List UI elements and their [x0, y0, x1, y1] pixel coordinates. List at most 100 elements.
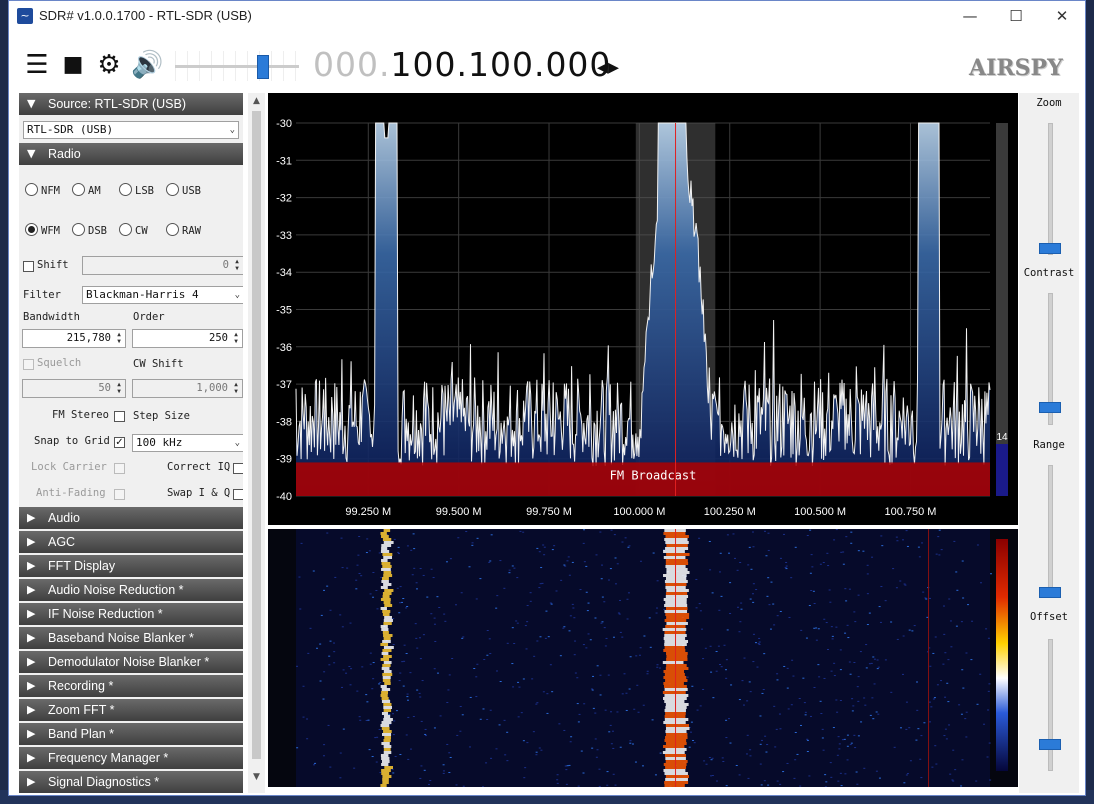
waterfall-display[interactable]: [268, 529, 1018, 788]
waterfall-noise-speck: [449, 756, 452, 758]
frequency-step-arrows[interactable]: ◂▸: [597, 55, 619, 80]
waterfall-noise-speck: [535, 751, 538, 753]
waterfall-noise-speck: [429, 780, 432, 782]
step-size-select[interactable]: 100 kHz ⌄: [132, 434, 243, 452]
speaker-icon[interactable]: 🔊: [131, 51, 163, 79]
waterfall-noise-speck: [876, 668, 879, 670]
mode-radio-nfm[interactable]: NFM: [25, 183, 60, 197]
waterfall-noise-speck: [438, 606, 441, 608]
waterfall-noise-speck: [960, 713, 963, 715]
menu-icon[interactable]: ☰: [23, 51, 51, 79]
section-header-if-noise-reduction[interactable]: ▶ IF Noise Reduction *: [19, 603, 243, 625]
contrast-slider-thumb[interactable]: [1039, 402, 1061, 413]
cw-shift-spinner[interactable]: 1,000 ▲ ▼: [132, 379, 243, 398]
section-header-label: Signal Diagnostics *: [48, 775, 160, 789]
waterfall-signal-trace: [663, 574, 687, 577]
waterfall-noise-speck: [598, 768, 601, 770]
section-header-frequency-manager[interactable]: ▶ Frequency Manager *: [19, 747, 243, 769]
waterfall-noise-speck: [444, 620, 447, 622]
mode-radio-lsb[interactable]: LSB: [119, 183, 154, 197]
waterfall-noise-speck: [372, 571, 375, 573]
mode-radio-raw[interactable]: RAW: [166, 223, 201, 237]
mode-radio-dsb[interactable]: DSB: [72, 223, 107, 237]
spectrum-display[interactable]: FM Broadcast -30 -31 -32 -33 -34 -35 -36 -37 -38 -…: [268, 93, 1018, 525]
spinner-arrows-icon[interactable]: ▲ ▼: [231, 331, 241, 346]
spinner-arrows-icon[interactable]: ▲ ▼: [232, 258, 242, 273]
zoom-slider-thumb[interactable]: [1039, 243, 1061, 254]
waterfall-noise-speck: [854, 621, 857, 623]
squelch-spinner[interactable]: 50 ▲ ▼: [22, 379, 126, 398]
shift-spinner[interactable]: 0 ▲ ▼: [82, 256, 243, 275]
waterfall-noise-speck: [857, 700, 860, 702]
squelch-checkbox[interactable]: [23, 359, 34, 370]
snap-to-grid-checkbox[interactable]: ✓: [114, 437, 125, 448]
section-header-fft-display[interactable]: ▶ FFT Display: [19, 555, 243, 577]
waterfall-noise-speck: [341, 626, 344, 628]
waterfall-noise-speck: [732, 533, 735, 535]
section-header-agc[interactable]: ▶ AGC: [19, 531, 243, 553]
filter-select[interactable]: Blackman-Harris 4 ⌄: [82, 286, 243, 304]
minimize-button[interactable]: —: [947, 1, 993, 31]
lock-carrier-checkbox[interactable]: [114, 463, 125, 474]
mode-radio-wfm[interactable]: WFM: [25, 223, 60, 237]
mode-radio-cw[interactable]: CW: [119, 223, 148, 237]
waterfall-noise-speck: [800, 629, 803, 631]
order-spinner[interactable]: 250 ▲ ▼: [132, 329, 243, 348]
zoom-slider[interactable]: [1048, 123, 1053, 255]
waterfall-noise-speck: [448, 752, 451, 754]
waterfall-noise-speck: [824, 774, 827, 776]
waterfall-noise-speck: [859, 651, 862, 653]
waterfall-noise-speck: [646, 673, 649, 675]
anti-fading-checkbox[interactable]: [114, 489, 125, 500]
scroll-up-icon[interactable]: ▲: [248, 93, 265, 109]
bandwidth-spinner[interactable]: 215,780 ▲ ▼: [22, 329, 126, 348]
close-button[interactable]: ✕: [1039, 1, 1085, 31]
section-header-zoom-fft[interactable]: ▶ Zoom FFT *: [19, 699, 243, 721]
y-tick-label: -40: [276, 491, 292, 503]
scrollbar-thumb[interactable]: [252, 111, 261, 759]
waterfall-noise-speck: [725, 737, 728, 739]
maximize-button[interactable]: ☐: [993, 1, 1039, 31]
section-header-signal-diagnostics[interactable]: ▶ Signal Diagnostics *: [19, 771, 243, 793]
frequency-display[interactable]: 000.100.100.000: [313, 45, 611, 84]
waterfall-noise-speck: [903, 583, 906, 585]
correct-iq-checkbox[interactable]: [233, 463, 243, 474]
waterfall-noise-speck: [577, 721, 580, 723]
waterfall-noise-speck: [961, 669, 964, 671]
spinner-arrows-icon[interactable]: ▲ ▼: [114, 381, 124, 396]
x-tick-label: 99.250 M: [345, 506, 391, 518]
offset-slider[interactable]: [1048, 639, 1053, 771]
offset-slider-thumb[interactable]: [1039, 739, 1061, 750]
collapsed-triangle-icon: ▶: [27, 751, 36, 764]
spinner-arrows-icon[interactable]: ▲ ▼: [114, 331, 124, 346]
swap-iq-checkbox[interactable]: [233, 489, 243, 500]
section-header-baseband-noise-blanker[interactable]: ▶ Baseband Noise Blanker *: [19, 627, 243, 649]
radio-header[interactable]: ▼ Radio: [19, 143, 243, 165]
waterfall-noise-speck: [866, 564, 869, 566]
shift-checkbox[interactable]: [23, 261, 34, 272]
section-header-band-plan[interactable]: ▶ Band Plan *: [19, 723, 243, 745]
section-header-audio-noise-reduction[interactable]: ▶ Audio Noise Reduction *: [19, 579, 243, 601]
spinner-arrows-icon[interactable]: ▲ ▼: [231, 381, 241, 396]
stop-icon[interactable]: ■: [59, 51, 87, 79]
waterfall-noise-speck: [434, 640, 437, 642]
section-header-recording[interactable]: ▶ Recording *: [19, 675, 243, 697]
mode-radio-am[interactable]: AM: [72, 183, 101, 197]
range-slider-thumb[interactable]: [1039, 587, 1061, 598]
waterfall-noise-speck: [436, 596, 439, 598]
gear-icon[interactable]: ⚙: [95, 51, 123, 79]
waterfall-noise-speck: [443, 613, 446, 615]
panel-scrollbar[interactable]: ▲ ▼: [248, 93, 265, 793]
mode-radio-usb[interactable]: USB: [166, 183, 201, 197]
device-select[interactable]: RTL-SDR (USB) ⌄: [23, 121, 239, 139]
section-header-demodulator-noise-blanker[interactable]: ▶ Demodulator Noise Blanker *: [19, 651, 243, 673]
range-slider[interactable]: [1048, 465, 1053, 597]
section-header-audio[interactable]: ▶ Audio: [19, 507, 243, 529]
scroll-down-icon[interactable]: ▼: [248, 769, 265, 785]
waterfall-noise-speck: [879, 621, 882, 623]
fm-stereo-checkbox[interactable]: [114, 411, 125, 422]
volume-slider[interactable]: [175, 65, 299, 68]
source-header[interactable]: ▼ Source: RTL-SDR (USB): [19, 93, 243, 115]
waterfall-noise-speck: [702, 658, 705, 660]
volume-slider-thumb[interactable]: [257, 55, 270, 79]
